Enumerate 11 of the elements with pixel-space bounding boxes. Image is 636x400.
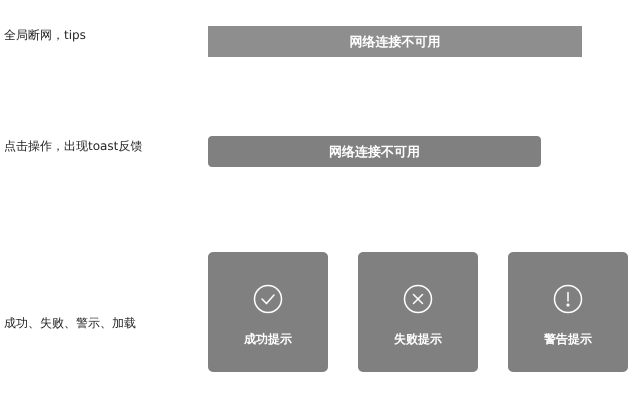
check-circle-icon — [253, 284, 283, 314]
card-text: 警告提示 — [544, 331, 592, 348]
alert-circle-icon — [553, 284, 583, 314]
row-label: 成功、失败、警示、加载 — [3, 314, 137, 332]
row-label: 点击操作，出现toast反馈 — [3, 138, 144, 155]
row-label: 全局断网，tips — [3, 27, 87, 44]
network-banner: 网络连接不可用 — [208, 26, 582, 57]
card-text: 成功提示 — [244, 331, 292, 348]
x-circle-icon — [403, 284, 433, 314]
toast-message: 网络连接不可用 — [208, 136, 541, 167]
card-text: 失败提示 — [394, 331, 442, 348]
